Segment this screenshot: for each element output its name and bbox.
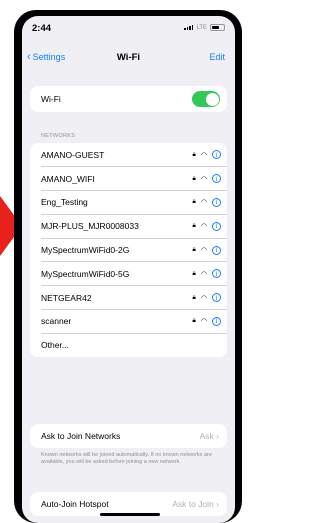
lock-icon: 🔒︎ [192, 198, 196, 206]
info-icon[interactable]: i [212, 293, 221, 303]
page-title: Wi-Fi [116, 52, 141, 63]
network-name: scanner [41, 316, 72, 327]
network-name: AMANO-GUEST [41, 149, 105, 160]
network-row[interactable]: MySpectrumWiFid0-2G 🔒︎ ◠ i [30, 238, 227, 262]
info-icon[interactable]: i [212, 197, 221, 207]
status-time: 2:44 [32, 23, 52, 34]
other-network-row[interactable]: Other... [30, 333, 227, 357]
network-icons: 🔒︎ ◠ i [192, 191, 221, 215]
info-icon[interactable]: i [212, 269, 221, 279]
info-icon[interactable]: i [212, 150, 221, 160]
ask-to-join-group: Ask to Join Networks Ask › [30, 424, 227, 448]
network-icons: 🔒︎ ◠ i [192, 238, 221, 262]
network-icons: 🔒︎ ◠ i [192, 143, 221, 167]
wifi-toggle-group: Wi-Fi [30, 86, 227, 112]
network-icons: 🔒︎ ◠ i [192, 286, 221, 310]
wifi-icon: ◠ [200, 175, 207, 183]
ask-to-join-footnote: Known networks will be joined automatica… [41, 452, 212, 465]
ask-to-join-value: Ask › [199, 430, 219, 441]
other-label: Other... [41, 340, 69, 351]
network-name: MySpectrumWiFid0-2G [41, 245, 130, 256]
network-row[interactable]: Eng_Testing 🔒︎ ◠ i [30, 191, 227, 215]
network-name: MySpectrumWiFid0-5G [41, 268, 130, 279]
network-row[interactable]: MJR-PLUS_MJR0008033 🔒︎ ◠ i [30, 214, 227, 238]
network-name: NETGEAR42 [41, 292, 92, 303]
status-icons: LTE [184, 24, 225, 31]
ask-to-join-row[interactable]: Ask to Join Networks Ask › [30, 424, 227, 448]
lock-icon: 🔒︎ [192, 222, 196, 230]
wifi-toggle-label: Wi-Fi [41, 94, 61, 104]
info-icon[interactable]: i [212, 174, 221, 184]
carrier-label: LTE [196, 24, 207, 31]
wifi-settings-screen: 2:44 LTE ‹ Settings Wi-Fi Edit Wi-Fi NET… [22, 16, 235, 523]
auto-join-label: Auto-Join Hotspot [41, 498, 109, 509]
network-row[interactable]: AMANO_WIFI 🔒︎ ◠ i [30, 167, 227, 191]
networks-header: NETWORKS [41, 133, 76, 139]
wifi-icon: ◠ [200, 223, 207, 231]
wifi-icon: ◠ [200, 270, 207, 278]
network-row[interactable]: NETGEAR42 🔒︎ ◠ i [30, 286, 227, 310]
network-name: AMANO_WIFI [41, 173, 95, 184]
network-icons: 🔒︎ ◠ i [192, 214, 221, 238]
lock-icon: 🔒︎ [192, 317, 196, 325]
network-row[interactable]: scanner 🔒︎ ◠ i [30, 310, 227, 334]
network-name: MJR-PLUS_MJR0008033 [41, 221, 139, 232]
network-icons: 🔒︎ ◠ i [192, 262, 221, 286]
wifi-icon: ◠ [200, 199, 207, 207]
lock-icon: 🔒︎ [192, 246, 196, 254]
lock-icon: 🔒︎ [192, 269, 196, 277]
wifi-icon: ◠ [200, 318, 207, 326]
network-row[interactable]: AMANO-GUEST 🔒︎ ◠ i [30, 143, 227, 167]
lock-icon: 🔒︎ [192, 174, 196, 182]
network-name: Eng_Testing [41, 197, 88, 208]
wifi-toggle-row: Wi-Fi [30, 86, 227, 112]
home-indicator [100, 513, 160, 516]
networks-list: AMANO-GUEST 🔒︎ ◠ i AMANO_WIFI 🔒︎ ◠ i Eng_Testing… [30, 143, 227, 358]
lock-icon: 🔒︎ [192, 293, 196, 301]
info-icon[interactable]: i [212, 221, 221, 231]
edit-button[interactable]: Edit [209, 52, 225, 62]
info-icon[interactable]: i [212, 316, 221, 326]
auto-join-value: Ask to Join › [172, 498, 219, 509]
signal-icon [184, 25, 194, 30]
lock-icon: 🔒︎ [192, 150, 196, 158]
wifi-icon: ◠ [200, 151, 207, 159]
ask-to-join-label: Ask to Join Networks [41, 430, 121, 441]
network-icons: 🔒︎ ◠ i [192, 167, 221, 191]
wifi-icon: ◠ [200, 247, 207, 255]
network-row[interactable]: MySpectrumWiFid0-5G 🔒︎ ◠ i [30, 262, 227, 286]
network-icons: 🔒︎ ◠ i [192, 310, 221, 334]
wifi-toggle-switch[interactable] [192, 91, 220, 107]
info-icon[interactable]: i [212, 245, 221, 255]
wifi-icon: ◠ [200, 294, 207, 302]
battery-icon [210, 24, 225, 31]
